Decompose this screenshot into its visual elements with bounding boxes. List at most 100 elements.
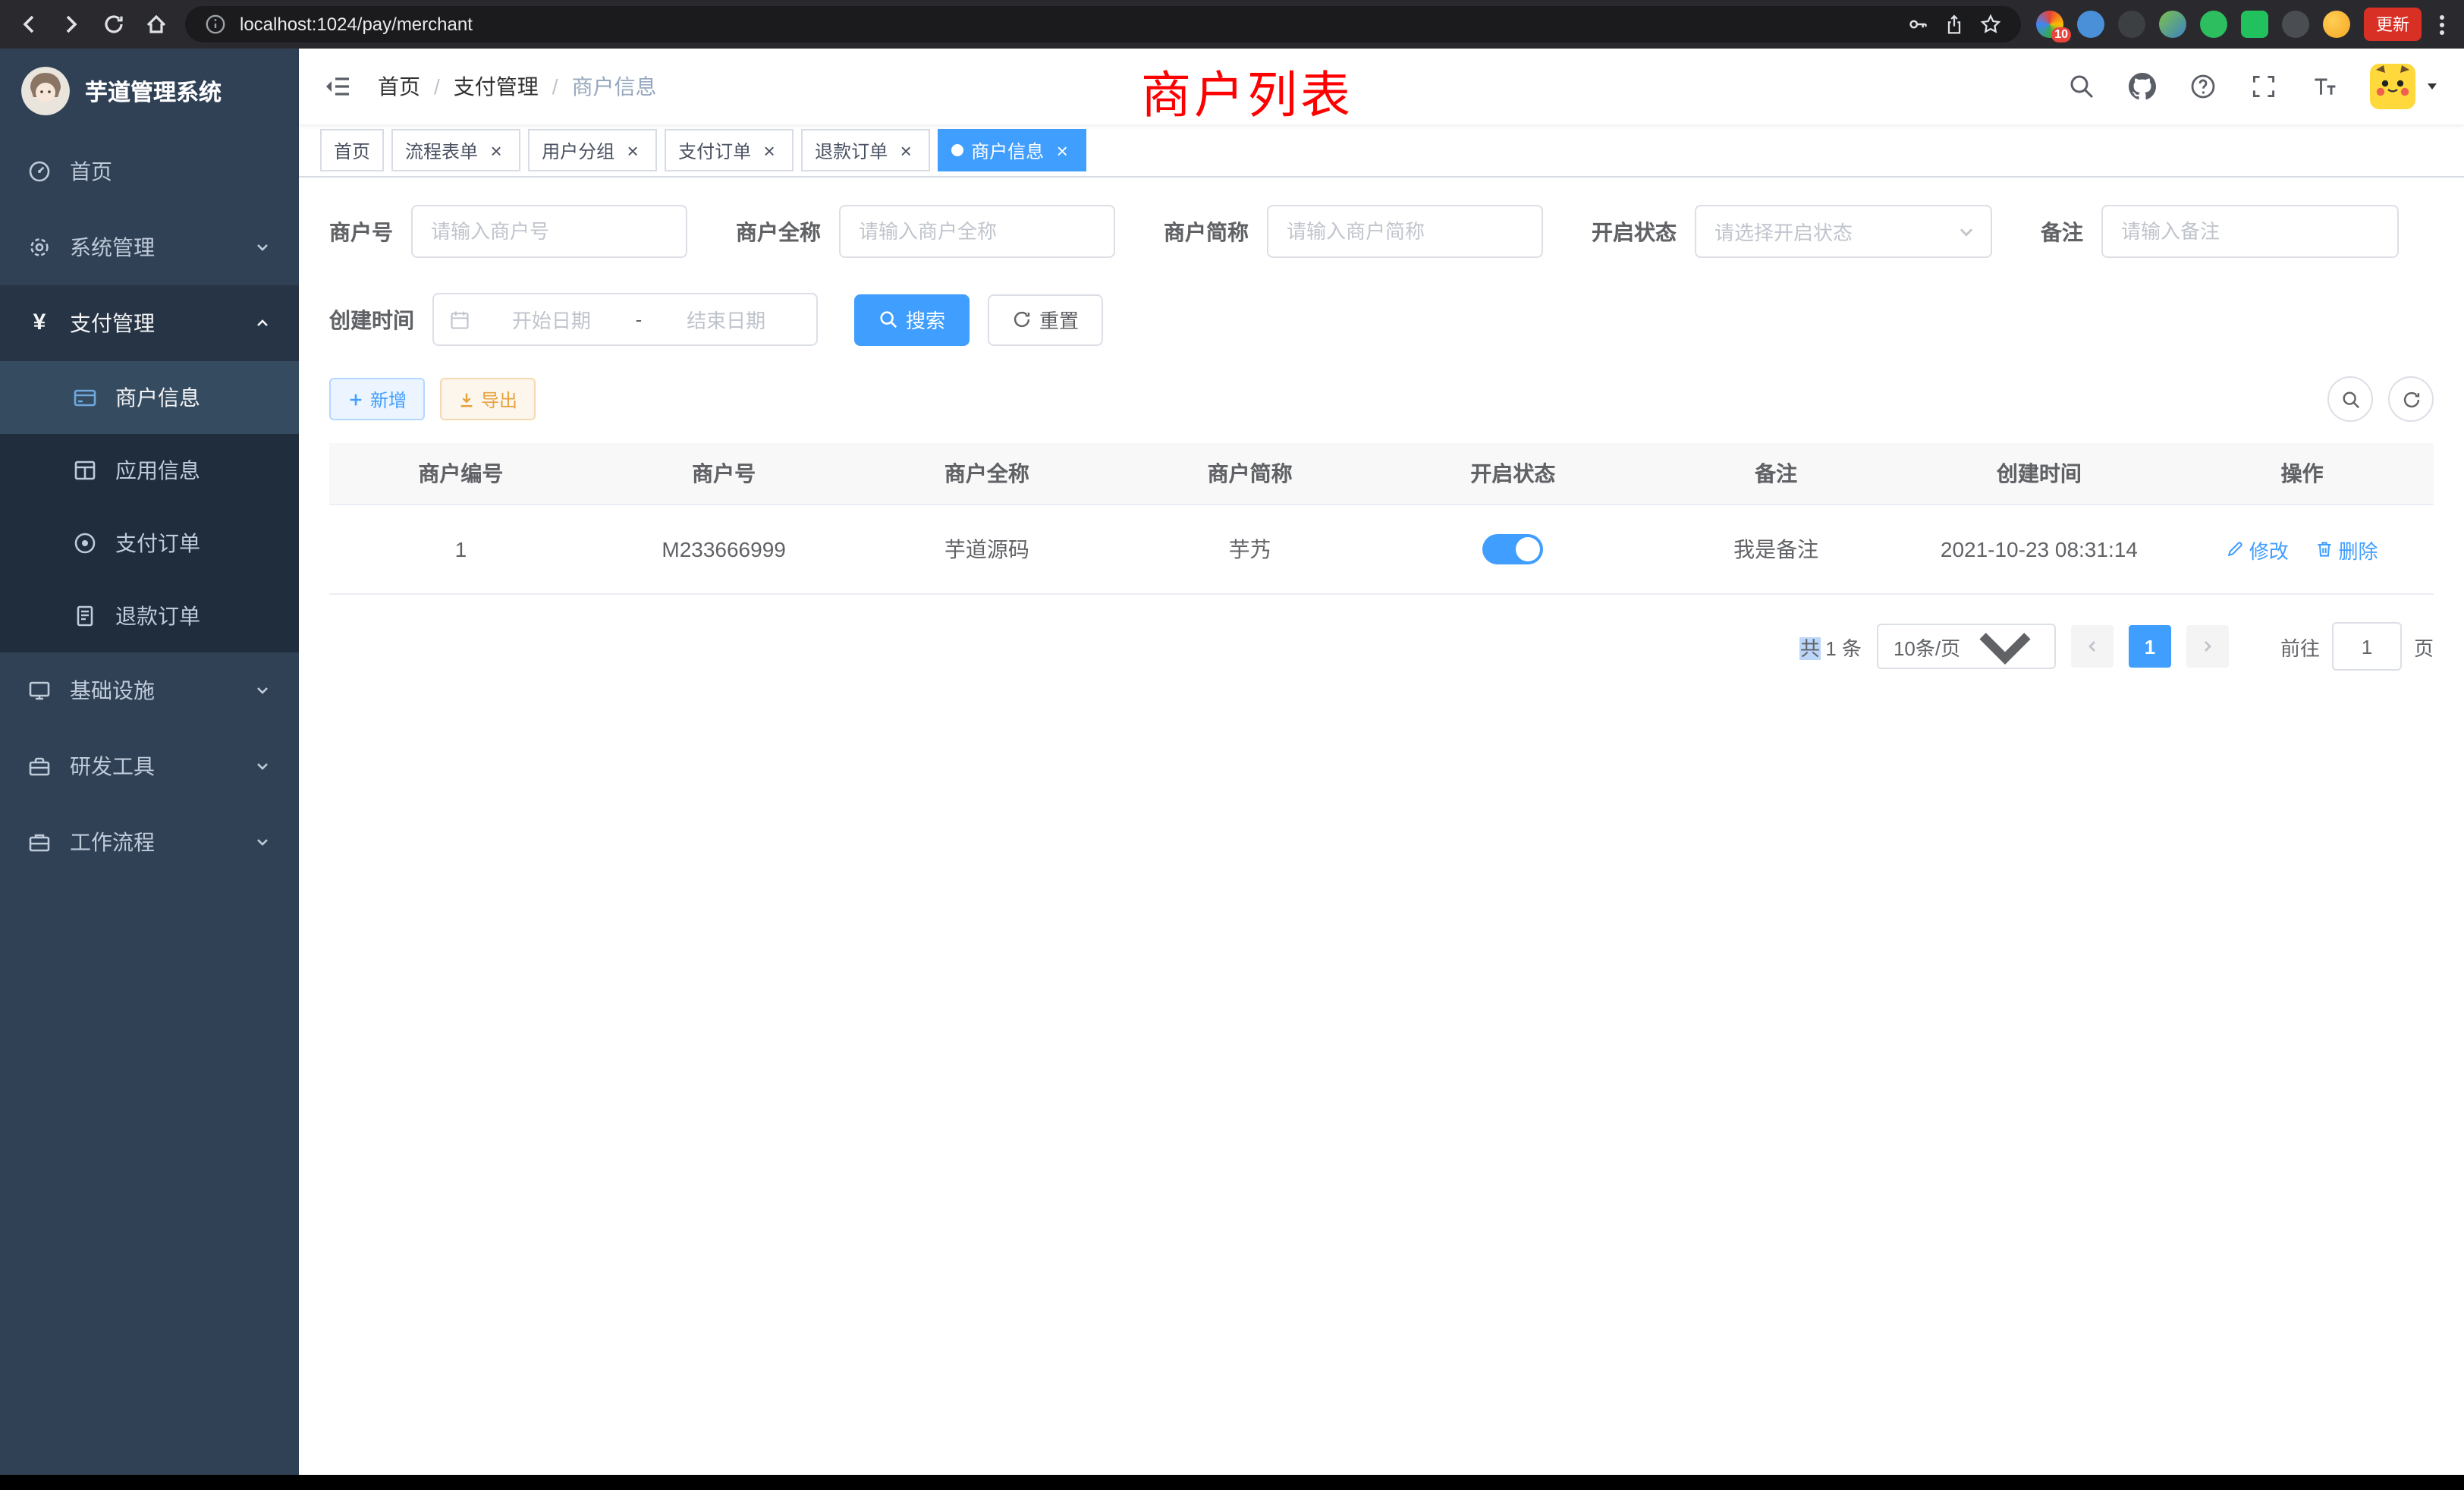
col-header: 创建时间 — [1908, 443, 2171, 505]
trash-icon — [2316, 540, 2334, 558]
github-button[interactable] — [2127, 71, 2158, 102]
status-toggle[interactable] — [1482, 534, 1543, 564]
toggle-search-button[interactable] — [2327, 376, 2373, 422]
tab-close-icon[interactable]: × — [759, 140, 780, 161]
bookmark-star-button[interactable] — [1978, 12, 2003, 36]
delete-link[interactable]: 删除 — [2316, 535, 2378, 564]
reset-button[interactable]: 重置 — [988, 294, 1103, 345]
extension-icon[interactable]: 10 — [2036, 11, 2063, 38]
sidebar-item-dev-tools[interactable]: 研发工具 — [0, 728, 299, 804]
tab-user-group[interactable]: 用户分组 × — [528, 129, 657, 171]
search-button[interactable]: 搜索 — [854, 294, 970, 345]
browser-forward-button[interactable] — [58, 11, 85, 38]
sidebar-toggle-button[interactable] — [323, 71, 354, 102]
address-bar[interactable]: localhost:1024/pay/merchant — [185, 6, 2021, 42]
home-icon — [144, 12, 168, 36]
add-button[interactable]: 新增 — [329, 378, 425, 420]
breadcrumb-separator: / — [552, 74, 558, 99]
header-search-button[interactable] — [2066, 71, 2097, 102]
tab-close-icon[interactable]: × — [895, 140, 916, 161]
sidebar-item-system[interactable]: 系统管理 — [0, 209, 299, 285]
extension-icon[interactable] — [2241, 11, 2268, 38]
tab-refund-order[interactable]: 退款订单 × — [801, 129, 930, 171]
tab-close-icon[interactable]: × — [486, 140, 507, 161]
search-icon — [2340, 389, 2360, 409]
password-key-button[interactable] — [1906, 12, 1930, 36]
cell-create-time: 2021-10-23 08:31:14 — [1908, 505, 2171, 594]
sidebar-item-label: 支付管理 — [70, 308, 155, 338]
sidebar-item-app-info[interactable]: 应用信息 — [0, 434, 299, 507]
browser-back-button[interactable] — [15, 11, 42, 38]
browser-update-button[interactable]: 更新 — [2364, 8, 2422, 41]
sidebar: 芋道管理系统 首页 系统管理 ¥ 支付管理 — [0, 49, 299, 1475]
extension-badge: 10 — [2051, 27, 2071, 42]
prev-page-button[interactable] — [2071, 625, 2114, 668]
remark-input[interactable] — [2101, 205, 2399, 258]
tab-home[interactable]: 首页 — [320, 129, 384, 171]
tab-merchant-info[interactable]: 商户信息 × — [938, 129, 1086, 171]
merchant-no-label: 商户号 — [329, 216, 393, 247]
sidebar-item-workflow[interactable]: 工作流程 — [0, 804, 299, 880]
full-name-input[interactable] — [839, 205, 1115, 258]
extensions-area: 10 更新 — [2036, 8, 2449, 41]
browser-reload-button[interactable] — [100, 11, 127, 38]
tab-close-icon[interactable]: × — [1051, 140, 1073, 161]
page-size-select[interactable]: 10条/页 — [1877, 624, 2056, 669]
sidebar-logo[interactable]: 芋道管理系统 — [0, 49, 299, 134]
breadcrumb-item[interactable]: 首页 — [378, 71, 420, 102]
target-icon — [73, 531, 97, 555]
extension-icon[interactable] — [2077, 11, 2104, 38]
create-time-range-picker[interactable]: 开始日期 - 结束日期 — [432, 293, 818, 346]
document-icon — [73, 604, 97, 628]
edit-link[interactable]: 修改 — [2227, 535, 2289, 564]
sidebar-item-payment[interactable]: ¥ 支付管理 — [0, 285, 299, 361]
share-button[interactable] — [1942, 12, 1966, 36]
extension-icon[interactable] — [2118, 11, 2145, 38]
next-page-button[interactable] — [2186, 625, 2229, 668]
toggle-knob — [1516, 537, 1540, 561]
font-size-button[interactable] — [2309, 71, 2340, 102]
pagination: 共 1 条 10条/页 1 前往 — [329, 622, 2434, 671]
sidebar-item-label: 支付订单 — [115, 528, 200, 558]
plus-icon — [347, 391, 364, 407]
help-button[interactable] — [2188, 71, 2218, 102]
sidebar-item-refund-order[interactable]: 退款订单 — [0, 580, 299, 652]
extension-icon[interactable] — [2282, 11, 2309, 38]
sidebar-item-label: 首页 — [70, 156, 112, 187]
short-name-input[interactable] — [1267, 205, 1543, 258]
sidebar-item-merchant-info[interactable]: 商户信息 — [0, 361, 299, 434]
refresh-table-button[interactable] — [2388, 376, 2434, 422]
export-button[interactable]: 导出 — [440, 378, 536, 420]
search-icon — [878, 310, 898, 329]
fullscreen-button[interactable] — [2249, 71, 2279, 102]
breadcrumb-item[interactable]: 支付管理 — [454, 71, 539, 102]
sidebar-item-pay-order[interactable]: 支付订单 — [0, 507, 299, 580]
user-avatar-dropdown[interactable] — [2370, 64, 2440, 109]
chevron-down-icon — [1957, 222, 1975, 240]
calendar-icon — [449, 309, 470, 330]
extension-icon[interactable] — [2200, 11, 2227, 38]
goto-page-input[interactable] — [2332, 622, 2402, 671]
browser-menu-button[interactable] — [2435, 14, 2449, 34]
sidebar-item-home[interactable]: 首页 — [0, 134, 299, 209]
page-number-button[interactable]: 1 — [2129, 625, 2171, 668]
profile-avatar-icon[interactable] — [2323, 11, 2350, 38]
table-header-row: 商户编号 商户号 商户全称 商户简称 开启状态 备注 创建时间 操作 — [329, 443, 2434, 505]
site-info-icon[interactable] — [203, 12, 228, 36]
pagination-total: 共 1 条 — [1800, 632, 1862, 661]
tab-process-form[interactable]: 流程表单 × — [391, 129, 520, 171]
merchant-no-input[interactable] — [411, 205, 687, 258]
sidebar-item-label: 应用信息 — [115, 455, 200, 486]
tab-close-icon[interactable]: × — [622, 140, 643, 161]
sidebar-item-infrastructure[interactable]: 基础设施 — [0, 652, 299, 728]
logo-avatar — [21, 67, 70, 115]
tab-pay-order[interactable]: 支付订单 × — [665, 129, 794, 171]
chevron-down-icon — [253, 757, 272, 775]
extension-icon[interactable] — [2159, 11, 2186, 38]
chevron-right-icon — [2200, 639, 2215, 654]
merchant-table: 商户编号 商户号 商户全称 商户简称 开启状态 备注 创建时间 操作 1 — [329, 443, 2434, 595]
tab-label: 退款订单 — [815, 137, 888, 163]
status-select[interactable]: 请选择开启状态 — [1695, 205, 1992, 258]
search-button-label: 搜索 — [906, 305, 945, 334]
browser-home-button[interactable] — [143, 11, 170, 38]
